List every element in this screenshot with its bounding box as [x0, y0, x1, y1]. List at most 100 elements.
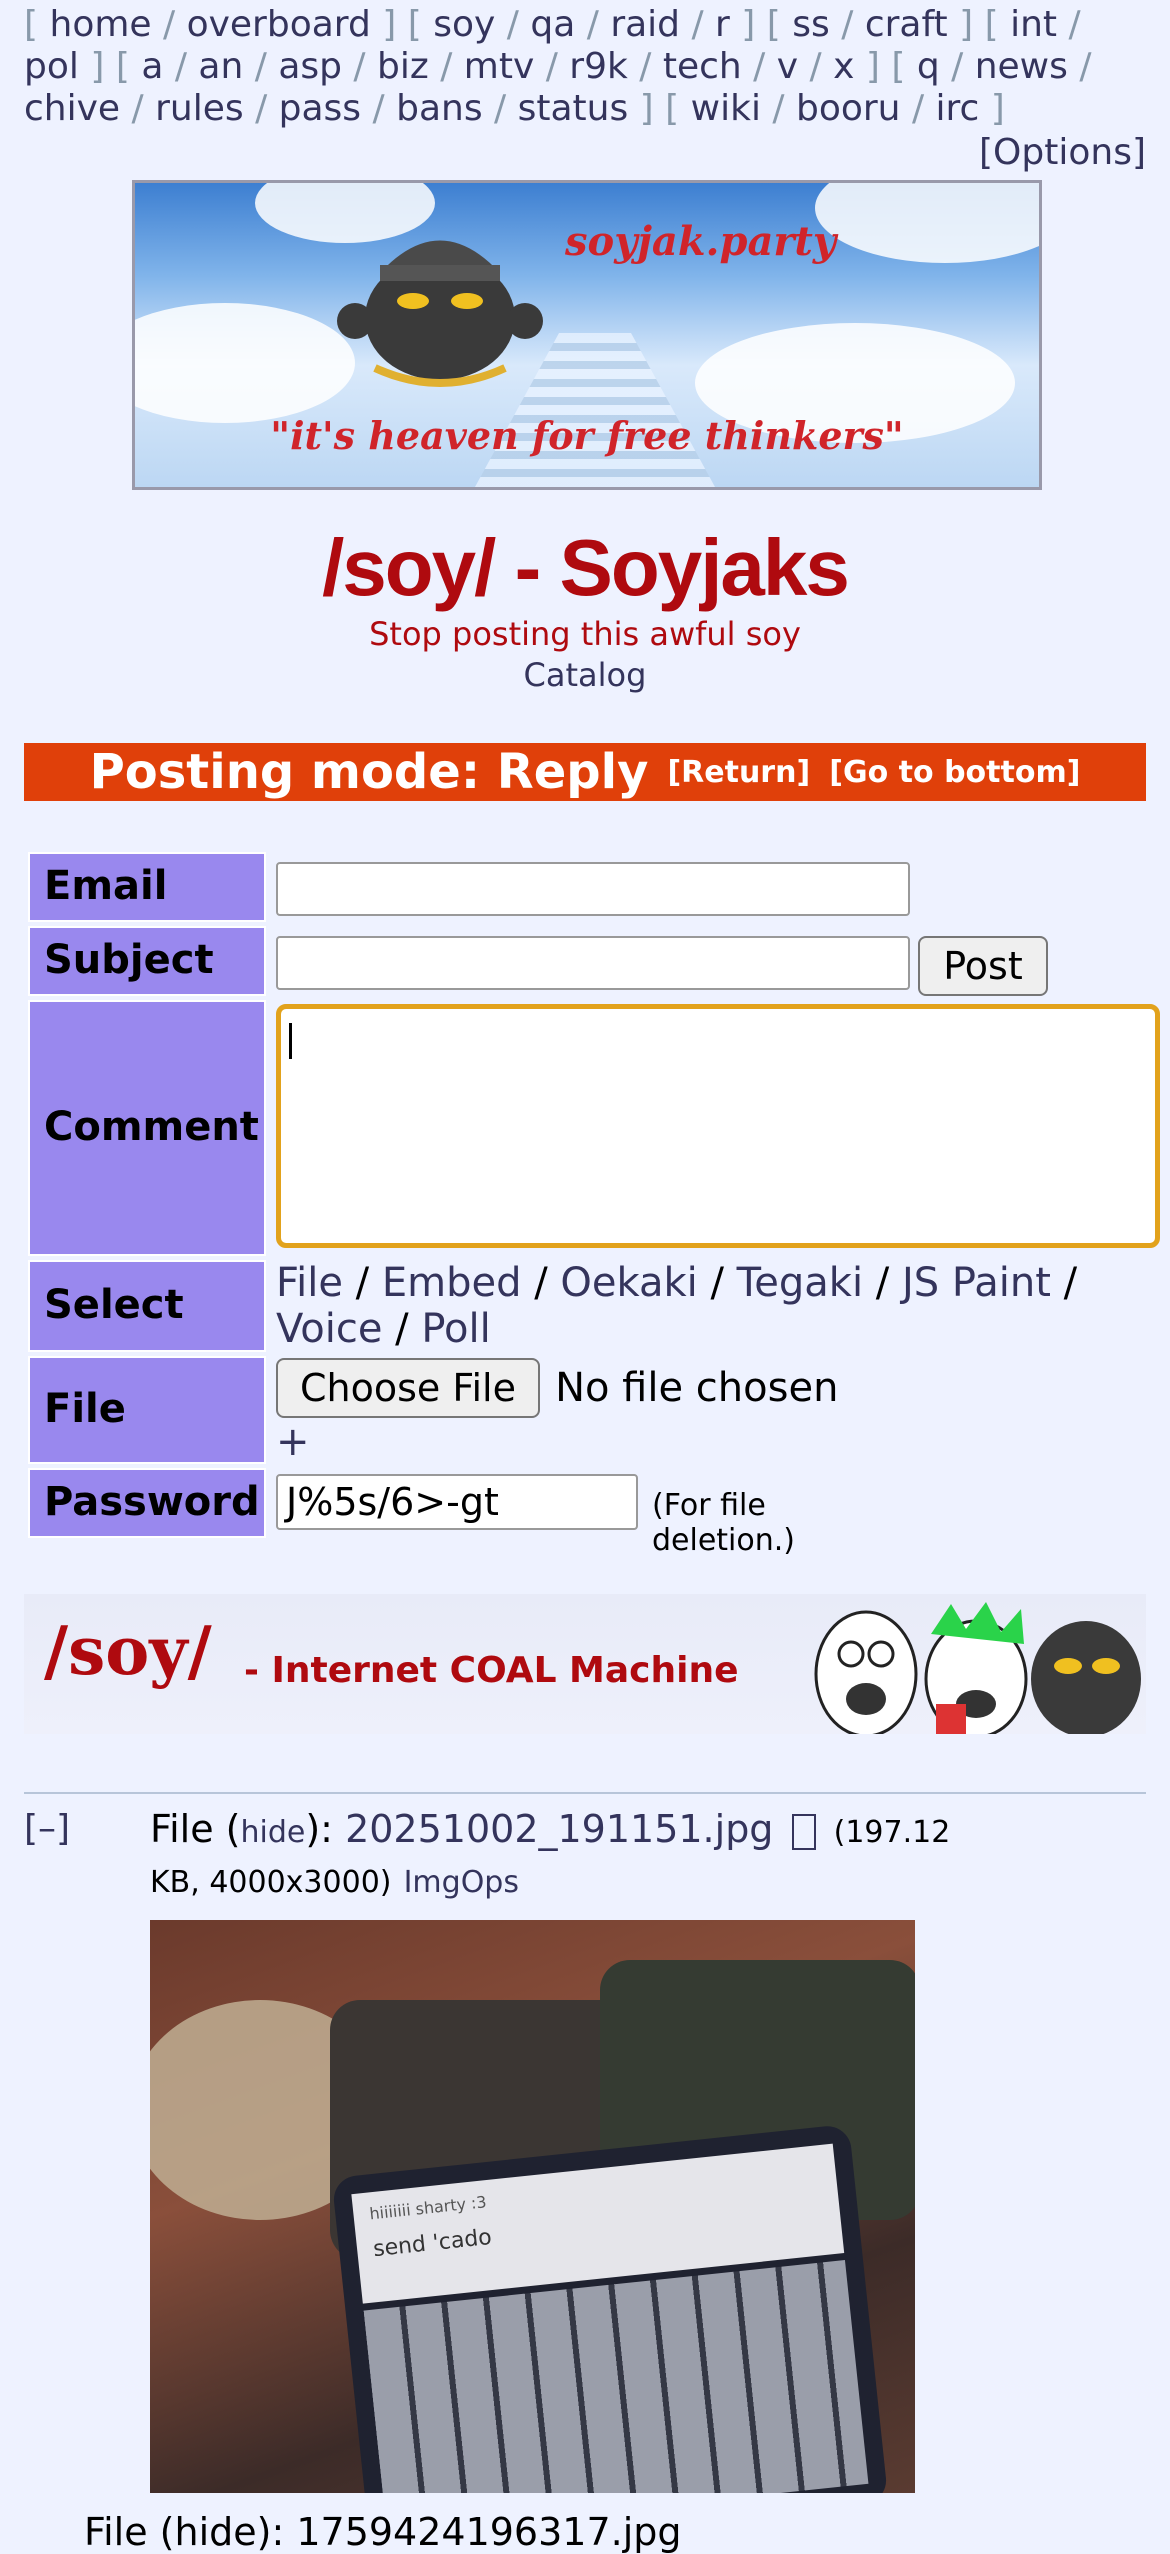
go-to-bottom-link[interactable]: [Go to bottom]	[829, 755, 1080, 790]
file-mid: ):	[305, 1807, 346, 1851]
nav-link-craft[interactable]: craft	[865, 4, 948, 45]
select-option-js-paint[interactable]: JS Paint	[902, 1260, 1051, 1306]
select-option-oekaki[interactable]: Oekaki	[560, 1260, 697, 1306]
nav-bracket: [	[665, 88, 691, 129]
nav-link-r[interactable]: r	[715, 4, 730, 45]
text-caret	[289, 1023, 292, 1059]
comment-label: Comment	[28, 1000, 266, 1256]
nav-separator: /	[900, 88, 936, 129]
nav-link-x[interactable]: x	[833, 46, 854, 87]
post-collapse-link[interactable]: [–]	[24, 1808, 70, 1849]
nav-bracket: [	[24, 4, 50, 45]
file-info: File (hide): 20251002_191151.jpg (197.12…	[150, 1806, 1010, 1906]
nav-separator: /	[627, 46, 663, 87]
select-separator: /	[382, 1306, 422, 1352]
nav-bracket: [	[407, 4, 434, 45]
select-option-file[interactable]: File	[276, 1260, 343, 1306]
file-label: File	[28, 1356, 266, 1464]
post-image-thumbnail[interactable]: hiiiiiii sharty :3 send 'cado	[150, 1920, 915, 2493]
nav-separator: /	[1057, 4, 1081, 45]
nav-bracket: [	[115, 46, 142, 87]
hide-file-link[interactable]: hide	[241, 1815, 306, 1850]
nav-link-rules[interactable]: rules	[155, 88, 244, 129]
board-ad-banner[interactable]: /soy/ - Internet COAL Machine	[24, 1594, 1146, 1734]
password-input[interactable]: J%5s/6>-gt	[276, 1474, 638, 1530]
soyjak-mascot-icon	[337, 240, 543, 387]
select-separator: /	[863, 1260, 902, 1306]
return-link[interactable]: [Return]	[667, 755, 810, 790]
next-file-info: File (hide): 1759424196317.jpg	[84, 2510, 682, 2554]
nav-link-pass[interactable]: pass	[279, 88, 361, 129]
nav-link-home[interactable]: home	[50, 4, 152, 45]
select-option-poll[interactable]: Poll	[421, 1306, 490, 1352]
ad-tagline: - Internet COAL Machine	[244, 1650, 739, 1691]
nav-link-v[interactable]: v	[777, 46, 798, 87]
comment-textarea[interactable]	[276, 1004, 1160, 1248]
nav-link-status[interactable]: status	[518, 88, 629, 129]
select-option-voice[interactable]: Voice	[276, 1306, 382, 1352]
nav-link-a[interactable]: a	[141, 46, 163, 87]
nav-link-overboard[interactable]: overboard	[187, 4, 371, 45]
banner-site-name: soyjak.party	[565, 218, 837, 265]
nav-bracket: ]	[78, 46, 116, 87]
divider	[24, 1792, 1146, 1794]
nav-link-q[interactable]: q	[917, 46, 940, 87]
soyjak-group-icon	[814, 1602, 1141, 1734]
nav-bracket: ]	[979, 88, 1005, 129]
nav-separator: /	[575, 4, 611, 45]
select-separator: /	[521, 1260, 561, 1306]
no-file-chosen-text: No file chosen	[555, 1365, 839, 1411]
nav-link-tech[interactable]: tech	[663, 46, 742, 87]
post-collapse-toggle[interactable]: [–]	[24, 1808, 70, 1849]
posting-mode-bar: Posting mode: Reply [Return] [Go to bott…	[24, 743, 1146, 801]
ad-board-name: /soy/	[44, 1612, 212, 1690]
nav-link-ss[interactable]: ss	[792, 4, 830, 45]
nav-link-chive[interactable]: chive	[24, 88, 120, 129]
select-separator: /	[1050, 1260, 1078, 1306]
nav-link-booru[interactable]: booru	[796, 88, 901, 129]
nav-link-bans[interactable]: bans	[396, 88, 482, 129]
select-label: Select	[28, 1260, 266, 1352]
nav-separator: /	[163, 46, 199, 87]
options-link[interactable]: [Options]	[979, 132, 1146, 173]
imgops-link[interactable]: ImgOps	[404, 1865, 519, 1900]
nav-link-irc[interactable]: irc	[936, 88, 980, 129]
select-option-embed[interactable]: Embed	[382, 1260, 522, 1306]
nav-separator: /	[361, 88, 397, 129]
nav-bracket: ]	[854, 46, 892, 87]
select-option-tegaki[interactable]: Tegaki	[737, 1260, 863, 1306]
select-options: File / Embed / Oekaki / Tegaki / JS Pain…	[276, 1260, 1106, 1352]
nav-link-an[interactable]: an	[198, 46, 243, 87]
download-icon[interactable]	[791, 1813, 816, 1850]
nav-link-r9k[interactable]: r9k	[569, 46, 628, 87]
nav-bracket: ]	[729, 4, 767, 45]
nav-link-int[interactable]: int	[1010, 4, 1057, 45]
file-size: (197.12	[833, 1815, 951, 1850]
nav-separator: /	[151, 4, 187, 45]
email-input[interactable]	[276, 862, 910, 916]
nav-separator: /	[428, 46, 464, 87]
catalog-link[interactable]: Catalog	[0, 656, 1170, 694]
nav-bracket: [	[984, 4, 1011, 45]
board-title: /soy/ - Soyjaks	[322, 523, 850, 612]
choose-file-button[interactable]: Choose File	[276, 1358, 540, 1418]
nav-link-wiki[interactable]: wiki	[691, 88, 761, 129]
board-subtitle: Stop posting this awful soy	[369, 615, 801, 653]
nav-link-qa[interactable]: qa	[530, 4, 575, 45]
post-button[interactable]: Post	[918, 936, 1048, 996]
nav-separator: /	[243, 46, 279, 87]
nav-bracket: ]	[947, 4, 985, 45]
add-file-link[interactable]: +	[276, 1419, 310, 1465]
nav-link-news[interactable]: news	[975, 46, 1068, 87]
nav-link-mtv[interactable]: mtv	[464, 46, 535, 87]
file-name-link[interactable]: 20251002_191151.jpg	[345, 1807, 773, 1851]
subject-input[interactable]	[276, 936, 910, 990]
nav-link-asp[interactable]: asp	[278, 46, 342, 87]
nav-link-pol[interactable]: pol	[24, 46, 79, 87]
site-banner[interactable]: soyjak.party "it's heaven for free think…	[132, 180, 1042, 490]
nav-link-biz[interactable]: biz	[377, 46, 429, 87]
nav-link-soy[interactable]: soy	[433, 4, 495, 45]
nav-link-raid[interactable]: raid	[610, 4, 680, 45]
catalog-link-text[interactable]: Catalog	[524, 656, 647, 694]
top-navigation: [ home / overboard ] [ soy / qa / raid /…	[24, 4, 1144, 130]
